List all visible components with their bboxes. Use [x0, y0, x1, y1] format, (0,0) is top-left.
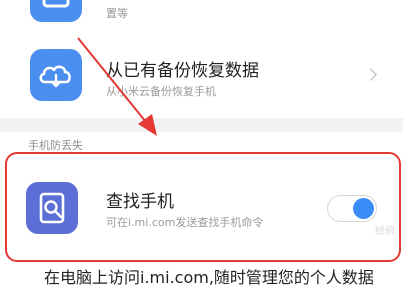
footer-manage-data-text: 在电脑上访问i.mi.com,随时管理您的个人数据 [44, 268, 374, 287]
settings-tile-icon [30, 0, 82, 22]
toggle-knob [353, 198, 374, 219]
chevron-right-icon [364, 68, 377, 81]
section-divider [0, 118, 403, 132]
restore-item-title: 从已有备份恢复数据 [106, 61, 259, 81]
restore-backup-item[interactable]: 从已有备份恢复数据 从小米云备份恢复手机 [0, 40, 403, 114]
find-phone-subtitle: 可在i.mi.com发送查找手机命令 [106, 216, 264, 229]
section-label-anti-theft: 手机防丢失 [28, 139, 83, 152]
top-item-subtitle: 置等 [106, 7, 128, 20]
settings-list-item-top[interactable]: 置等 [0, 0, 403, 34]
cloud-restore-icon [30, 49, 82, 101]
restore-item-subtitle: 从小米云备份恢复手机 [106, 85, 216, 98]
watermark: 经验 [375, 226, 395, 237]
find-phone-title: 查找手机 [106, 192, 174, 212]
find-phone-toggle[interactable] [327, 195, 377, 222]
find-phone-icon [26, 182, 78, 234]
